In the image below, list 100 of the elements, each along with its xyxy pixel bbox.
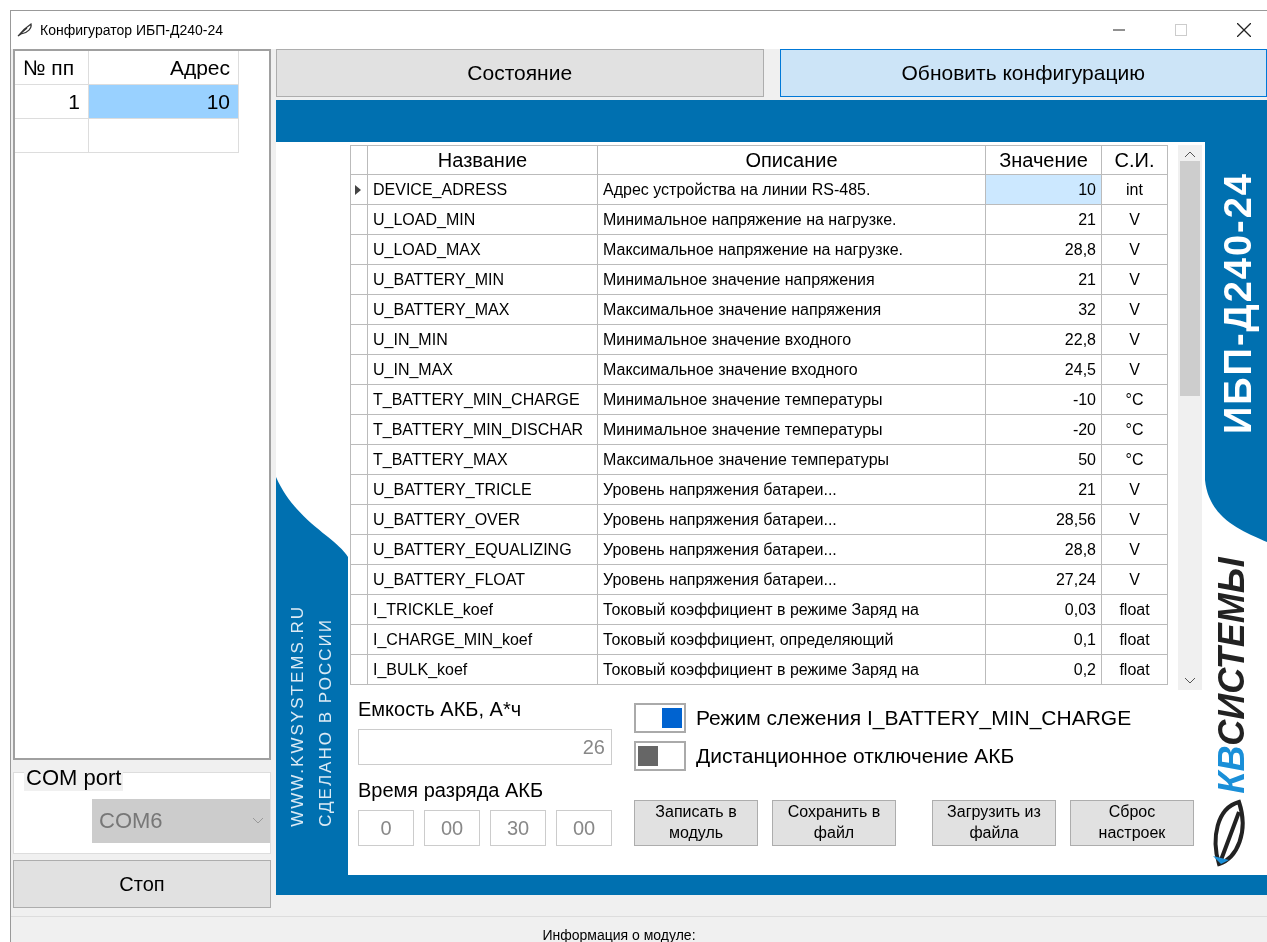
- table-cell[interactable]: -10: [986, 385, 1102, 415]
- row-header[interactable]: [350, 175, 368, 205]
- table-cell: T_BATTERY_MIN_CHARGE: [368, 385, 598, 415]
- table-cell: Минимальное значение входного: [598, 325, 986, 355]
- time-field[interactable]: 0: [358, 810, 414, 846]
- table-cell: Уровень напряжения батареи...: [598, 535, 986, 565]
- table-cell: T_BATTERY_MIN_DISCHAR: [368, 415, 598, 445]
- table-cell: Уровень напряжения батареи...: [598, 475, 986, 505]
- toggle-label: Режим слежения I_BATTERY_MIN_CHARGE: [696, 706, 1132, 730]
- table-cell: DEVICE_ADRESS: [368, 175, 598, 205]
- table-cell: Максимальное значение входного: [598, 355, 986, 385]
- table-cell[interactable]: 10: [986, 175, 1102, 205]
- table-cell: V: [1102, 295, 1168, 325]
- time-field[interactable]: 00: [556, 810, 612, 846]
- row-pointer-icon: [355, 184, 361, 195]
- field-label: Емкость АКБ, А*ч: [358, 698, 523, 721]
- table-cell: V: [1102, 505, 1168, 535]
- table-cell: U_BATTERY_FLOAT: [368, 565, 598, 595]
- table-cell[interactable]: 0,2: [986, 655, 1102, 685]
- close-icon[interactable]: [1237, 23, 1251, 37]
- table-cell: T_BATTERY_MAX: [368, 445, 598, 475]
- stop-button[interactable]: Стоп: [13, 860, 271, 908]
- tab[interactable]: Обновить конфигурацию: [779, 49, 1267, 97]
- table-cell[interactable]: 28,56: [986, 505, 1102, 535]
- table-cell[interactable]: 28,8: [986, 535, 1102, 565]
- table-cell: Минимальное значение напряжения: [598, 265, 986, 295]
- toggle-switch[interactable]: [634, 741, 686, 771]
- table-cell: V: [1102, 235, 1168, 265]
- time-field[interactable]: 00: [424, 810, 480, 846]
- table-cell: float: [1102, 655, 1168, 685]
- toggle-label: Дистанционное отключение АКБ: [696, 744, 1015, 768]
- table-cell: Токовый коэффициент в режиме Заряд на: [598, 655, 986, 685]
- table-cell: U_LOAD_MAX: [368, 235, 598, 265]
- table-cell[interactable]: 0,1: [986, 625, 1102, 655]
- feather-icon: [17, 23, 33, 37]
- window-title: Конфигуратор ИБП-Д240-24: [40, 22, 223, 38]
- table-cell: U_BATTERY_OVER: [368, 505, 598, 535]
- table-cell: Токовый коэффициент, определяющий: [598, 625, 986, 655]
- time-field[interactable]: 30: [490, 810, 546, 846]
- table-cell[interactable]: 22,8: [986, 325, 1102, 355]
- capacity-field[interactable]: 26: [358, 729, 612, 765]
- action-button[interactable]: Загрузить из файла: [932, 800, 1056, 846]
- table-cell[interactable]: 32: [986, 295, 1102, 325]
- table-cell[interactable]: 27,24: [986, 565, 1102, 595]
- website-text: WWW.KWSYSTEMS.RU: [288, 605, 308, 827]
- table-cell: Уровень напряжения батареи...: [598, 565, 986, 595]
- tab[interactable]: Состояние: [276, 49, 764, 97]
- column-header: № пп: [15, 51, 89, 85]
- table-cell[interactable]: 24,5: [986, 355, 1102, 385]
- chevron-down-icon: [253, 818, 263, 824]
- table-cell: V: [1102, 475, 1168, 505]
- table-cell: V: [1102, 535, 1168, 565]
- status-text: Информация о модуле:: [542, 927, 696, 942]
- table-cell: Уровень напряжения батареи...: [598, 505, 986, 535]
- table-cell[interactable]: -20: [986, 415, 1102, 445]
- table-cell: I_TRICKLE_koef: [368, 595, 598, 625]
- table-cell[interactable]: 50: [986, 445, 1102, 475]
- action-button[interactable]: Записать в модуль: [634, 800, 758, 846]
- table-cell: Минимальное значение температуры: [598, 415, 986, 445]
- table-cell: V: [1102, 325, 1168, 355]
- table-cell[interactable]: 10: [89, 85, 239, 119]
- scrollbar[interactable]: [1178, 145, 1202, 690]
- table-cell: U_IN_MAX: [368, 355, 598, 385]
- table-cell: U_BATTERY_MAX: [368, 295, 598, 325]
- table-cell[interactable]: 0,03: [986, 595, 1102, 625]
- table-cell[interactable]: 21: [986, 205, 1102, 235]
- column-header[interactable]: Название: [368, 145, 598, 175]
- table-cell: float: [1102, 625, 1168, 655]
- table-cell[interactable]: 21: [986, 265, 1102, 295]
- column-header[interactable]: С.И.: [1102, 145, 1168, 175]
- field-label: Время разряда АКБ: [358, 779, 545, 802]
- made-in-text: СДЕЛАНО В РОССИИ: [316, 617, 336, 827]
- table-cell[interactable]: 28,8: [986, 235, 1102, 265]
- action-button[interactable]: Сброс настроек: [1070, 800, 1194, 846]
- table-cell: Минимальное напряжение на нагрузке.: [598, 205, 986, 235]
- table-cell: Минимальное значение температуры: [598, 385, 986, 415]
- table-cell: U_BATTERY_EQUALIZING: [368, 535, 598, 565]
- product-title: ИБП-Д240-24: [1217, 172, 1260, 434]
- chevron-up-icon[interactable]: [1185, 151, 1195, 157]
- table-cell: V: [1102, 265, 1168, 295]
- table-cell: U_BATTERY_MIN: [368, 265, 598, 295]
- maximize-icon[interactable]: [1175, 24, 1187, 36]
- table-cell: °C: [1102, 445, 1168, 475]
- table-cell: int: [1102, 175, 1168, 205]
- table-cell: °C: [1102, 385, 1168, 415]
- table-cell[interactable]: 21: [986, 475, 1102, 505]
- table-cell: V: [1102, 355, 1168, 385]
- table-cell: Максимальное значение температуры: [598, 445, 986, 475]
- table-cell: U_LOAD_MIN: [368, 205, 598, 235]
- table-cell: U_BATTERY_TRICLE: [368, 475, 598, 505]
- action-button[interactable]: Сохранить в файл: [772, 800, 896, 846]
- toggle-switch[interactable]: [634, 703, 686, 733]
- table-cell: Максимальное значение напряжения: [598, 295, 986, 325]
- table-cell: Токовый коэффициент в режиме Заряд на: [598, 595, 986, 625]
- table-cell: I_CHARGE_MIN_koef: [368, 625, 598, 655]
- table-cell: Максимальное напряжение на нагрузке.: [598, 235, 986, 265]
- table-cell: Адрес устройства на линии RS-485.: [598, 175, 986, 205]
- chevron-down-icon[interactable]: [1185, 678, 1195, 684]
- column-header[interactable]: Описание: [598, 145, 986, 175]
- corner-header: [350, 145, 368, 175]
